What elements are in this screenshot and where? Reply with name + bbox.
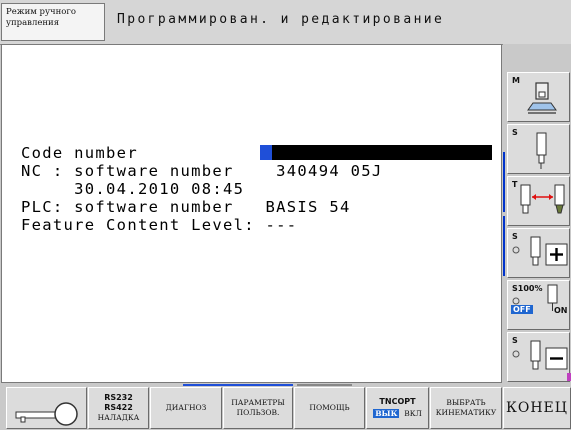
nc-software-date: 30.04.2010 08:45 xyxy=(21,180,245,198)
softkey-spindle-plus[interactable]: S xyxy=(507,228,570,278)
spindle-minus-icon xyxy=(512,340,568,370)
softkey-spindle-override[interactable]: S100% OFF ON xyxy=(507,280,570,330)
softkey-machine-m[interactable]: M xyxy=(507,72,570,122)
horizontal-softkey-bar: RS232 RS422 НАЛАДКА ДИАГНОЗ ПАРАМЕТРЫ ПО… xyxy=(0,384,571,430)
softkey-group-marker xyxy=(183,384,293,386)
softkey-label: КОНЕЦ xyxy=(506,400,568,416)
header-bar: Режим ручного управления Программирован.… xyxy=(0,0,571,45)
nc-software-line: NC : software number 340494 05J xyxy=(21,162,383,180)
softkey-label: RS422 xyxy=(104,403,133,412)
softkey-label: RS232 xyxy=(104,393,133,402)
select-kinematics-softkey[interactable]: ВЫБРАТЬ КИНЕМАТИКУ xyxy=(430,387,502,429)
code-number-label: Code number xyxy=(21,144,138,162)
plc-software-line: PLC: software number BASIS 54 xyxy=(21,198,351,216)
key-icon xyxy=(15,402,78,426)
text-cursor xyxy=(260,145,272,160)
softkey-label: ВЫБРАТЬ xyxy=(446,398,486,407)
scroll-indicator xyxy=(567,373,571,381)
vertical-softkey-bar: M S T S S100% OFF ON S xyxy=(503,44,571,383)
softkey-group-marker xyxy=(297,384,352,386)
diagnosis-softkey[interactable]: ДИАГНОЗ xyxy=(150,387,222,429)
softkey-label: ПОЛЬЗОВ. xyxy=(236,408,280,417)
end-softkey[interactable]: КОНЕЦ xyxy=(503,387,571,429)
softkey-label: ПАРАМЕТРЫ xyxy=(231,398,285,407)
rs232-setup-softkey[interactable]: RS232 RS422 НАЛАДКА xyxy=(88,387,149,429)
key-softkey[interactable] xyxy=(6,387,87,429)
help-softkey[interactable]: ПОМОЩЬ xyxy=(294,387,365,429)
machine-table-icon xyxy=(527,82,557,114)
softkey-group-marker xyxy=(503,216,505,276)
softkey-label: TNCOPT xyxy=(379,397,416,406)
tool-change-icon xyxy=(520,184,565,214)
off-indicator: OFF xyxy=(511,305,533,314)
tncopt-softkey[interactable]: TNCOPT ВЫК ВКЛ xyxy=(366,387,429,429)
softkey-spindle-s[interactable]: S xyxy=(507,124,570,174)
softkey-group-marker xyxy=(503,152,505,212)
user-parameters-softkey[interactable]: ПАРАМЕТРЫ ПОЛЬЗОВ. xyxy=(223,387,293,429)
softkey-label: ПОМОЩЬ xyxy=(309,403,350,412)
on-indicator: ON xyxy=(554,306,568,315)
main-screen: Code number NC : software number 340494 … xyxy=(1,44,502,383)
code-number-input[interactable] xyxy=(260,145,492,160)
spindle-icon xyxy=(536,132,547,169)
tncopt-off-indicator: ВЫК xyxy=(373,409,400,418)
softkey-label: ДИАГНОЗ xyxy=(165,403,207,412)
spindle-plus-icon xyxy=(512,236,568,266)
tncopt-on-indicator: ВКЛ xyxy=(404,409,422,418)
operating-mode-box[interactable]: Режим ручного управления xyxy=(1,3,105,41)
softkey-label: КИНЕМАТИКУ xyxy=(435,408,497,417)
page-title: Программирован. и редактирование xyxy=(117,12,445,27)
softkey-spindle-minus[interactable]: S xyxy=(507,332,570,382)
softkey-label: НАЛАДКА xyxy=(97,413,140,422)
feature-content-level: Feature Content Level: --- xyxy=(21,216,298,234)
softkey-tool-t[interactable]: T xyxy=(507,176,570,226)
